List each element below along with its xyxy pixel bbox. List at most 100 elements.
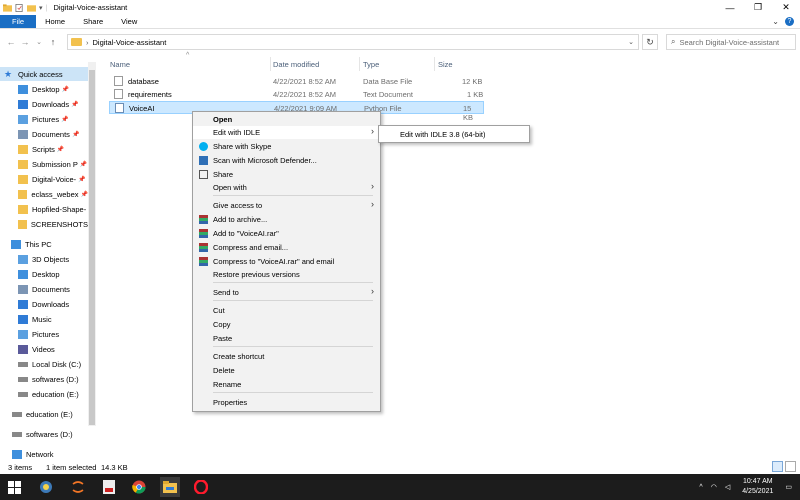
- nav-item-scripts[interactable]: Scripts 📌: [0, 142, 88, 156]
- nav-item-downloads[interactable]: Downloads 📌: [0, 97, 88, 111]
- nav-item-softwares-d[interactable]: softwares (D:): [0, 372, 88, 386]
- nav-item-downloads[interactable]: Downloads: [0, 297, 88, 311]
- refresh-button[interactable]: ↻: [642, 34, 658, 50]
- taskbar-app-python[interactable]: [36, 477, 56, 497]
- menu-item-give-access-to[interactable]: Give access to ›: [193, 199, 380, 212]
- menu-item-label: Add to "VoiceAI.rar": [213, 229, 279, 238]
- nav-item-submission-p[interactable]: Submission P 📌: [0, 157, 88, 171]
- quick-access-toolbar: ▾ |: [0, 3, 47, 12]
- tab-view[interactable]: View: [112, 15, 146, 28]
- new-folder-icon[interactable]: [27, 4, 36, 12]
- menu-item-open-with[interactable]: Open with ›: [193, 181, 380, 194]
- menu-item-rename[interactable]: Rename: [193, 378, 380, 391]
- expand-ribbon-icon[interactable]: ⌄: [772, 17, 779, 26]
- taskbar-app-acrobat[interactable]: [99, 477, 119, 497]
- folder-icon: [18, 144, 28, 154]
- up-icon[interactable]: ↑: [46, 37, 60, 47]
- menu-item-cut[interactable]: Cut: [193, 304, 380, 317]
- nav-item-music[interactable]: Music: [0, 312, 88, 326]
- menu-item-restore-previous-versions[interactable]: Restore previous versions: [193, 268, 380, 281]
- menu-item-scan-with-microsoft-defender[interactable]: Scan with Microsoft Defender...: [193, 154, 380, 167]
- nav-item-education-e[interactable]: education (E:): [0, 387, 88, 401]
- search-input[interactable]: ⌕ Search Digital-Voice-assistant: [666, 34, 796, 50]
- column-header-type[interactable]: Type: [363, 57, 379, 71]
- address-dropdown-icon[interactable]: ⌄: [628, 38, 634, 46]
- nav-item-network[interactable]: Network: [0, 447, 88, 461]
- taskbar-app-chrome[interactable]: [129, 477, 149, 497]
- file-row[interactable]: requirements 4/22/2021 8:52 AM Text Docu…: [109, 88, 484, 101]
- back-icon[interactable]: ←: [4, 37, 18, 47]
- network-icon[interactable]: ◠: [711, 483, 717, 491]
- nav-item-desktop[interactable]: Desktop 📌: [0, 82, 88, 96]
- nav-item-eclass-webex[interactable]: eclass_webex 📌: [0, 187, 88, 201]
- menu-item-add-to-voiceai-rar[interactable]: Add to "VoiceAI.rar": [193, 227, 380, 240]
- menu-item-open[interactable]: Open: [193, 113, 380, 126]
- menu-item-paste[interactable]: Paste: [193, 332, 380, 345]
- nav-item-softwares-d[interactable]: softwares (D:): [0, 427, 88, 441]
- notifications-icon[interactable]: ▭: [785, 483, 792, 491]
- nav-item-label: Pictures: [32, 329, 60, 339]
- file-row[interactable]: database 4/22/2021 8:52 AM Data Base Fil…: [109, 75, 484, 88]
- tab-file[interactable]: File: [0, 15, 37, 28]
- start-button[interactable]: [4, 477, 24, 497]
- tray-chevron-icon[interactable]: ^: [699, 484, 702, 491]
- details-view-button[interactable]: [772, 461, 783, 472]
- nav-scrollbar[interactable]: [88, 62, 96, 426]
- nav-item-digital-voice[interactable]: Digital-Voice- 📌: [0, 172, 88, 186]
- menu-item-share[interactable]: Share: [193, 168, 380, 181]
- nav-item-documents[interactable]: Documents 📌: [0, 127, 88, 141]
- volume-icon[interactable]: ◁: [725, 483, 730, 491]
- forward-icon[interactable]: →: [18, 37, 32, 47]
- column-header-name[interactable]: Name: [110, 57, 130, 71]
- customize-toolbar-icon[interactable]: ▾: [39, 4, 43, 12]
- nav-item-screenshots[interactable]: SCREENSHOTS: [0, 217, 88, 231]
- nav-item-desktop[interactable]: Desktop: [0, 267, 88, 281]
- nav-item-education-e[interactable]: education (E:): [0, 407, 88, 421]
- menu-item-copy[interactable]: Copy: [193, 318, 380, 331]
- breadcrumb-separator: ›: [86, 37, 89, 47]
- nav-item-quick-access[interactable]: ★ Quick access: [0, 67, 88, 81]
- nav-item-pictures[interactable]: Pictures 📌: [0, 112, 88, 126]
- nav-item-hopfiled-shape[interactable]: Hopfiled-Shape-: [0, 202, 88, 216]
- recent-locations-icon[interactable]: ⌄: [32, 38, 46, 46]
- nav-item-videos[interactable]: Videos: [0, 342, 88, 356]
- nav-item-pictures[interactable]: Pictures: [0, 327, 88, 341]
- column-header-date-modified[interactable]: Date modified: [273, 57, 319, 71]
- breadcrumb-path[interactable]: Digital-Voice-assistant: [93, 38, 167, 47]
- menu-separator: [213, 195, 373, 196]
- nav-item-local-disk-c[interactable]: Local Disk (C:): [0, 357, 88, 371]
- tab-home[interactable]: Home: [36, 15, 74, 28]
- taskbar-app-jupyter[interactable]: [68, 477, 88, 497]
- close-button[interactable]: ✕: [772, 0, 800, 15]
- clock[interactable]: 10:47 AM 4/25/2021: [742, 477, 773, 497]
- tab-share[interactable]: Share: [74, 15, 112, 28]
- menu-item-add-to-archive[interactable]: Add to archive...: [193, 213, 380, 226]
- drive-icon: [12, 431, 22, 437]
- nav-item-label: Pictures: [32, 114, 60, 124]
- nav-item-this-pc[interactable]: This PC: [0, 237, 88, 251]
- menu-item-compress-and-email[interactable]: Compress and email...: [193, 241, 380, 254]
- large-icons-view-button[interactable]: [785, 461, 796, 472]
- minimize-button[interactable]: —: [716, 0, 744, 15]
- column-header-size[interactable]: Size: [438, 57, 453, 71]
- properties-icon[interactable]: [15, 3, 24, 12]
- maximize-button[interactable]: ❐: [744, 0, 772, 15]
- menu-item-edit-with-idle[interactable]: Edit with IDLE ›: [193, 126, 380, 139]
- taskbar-app-opera[interactable]: [191, 477, 211, 497]
- menu-item-edit-with-idle-3-8[interactable]: Edit with IDLE 3.8 (64-bit): [379, 126, 529, 142]
- help-icon[interactable]: ?: [785, 17, 794, 26]
- menu-item-properties[interactable]: Properties: [193, 396, 380, 409]
- taskbar-app-file-explorer[interactable]: [160, 477, 180, 497]
- menu-item-create-shortcut[interactable]: Create shortcut: [193, 350, 380, 363]
- nav-item-documents[interactable]: Documents: [0, 282, 88, 296]
- menu-item-send-to[interactable]: Send to ›: [193, 286, 380, 299]
- nav-item-3d-objects[interactable]: 3D Objects: [0, 252, 88, 266]
- menu-item-delete[interactable]: Delete: [193, 364, 380, 377]
- menu-item-compress-to-voiceai-rar-and-email[interactable]: Compress to "VoiceAI.rar" and email: [193, 255, 380, 268]
- address-bar[interactable]: › Digital-Voice-assistant ⌄: [67, 34, 639, 50]
- nav-scrollbar-thumb[interactable]: [89, 70, 95, 425]
- menu-item-label: Cut: [213, 306, 225, 315]
- menu-item-label: Give access to: [213, 201, 263, 210]
- menu-item-share-with-skype[interactable]: Share with Skype: [193, 140, 380, 153]
- menu-item-label: Paste: [213, 334, 233, 343]
